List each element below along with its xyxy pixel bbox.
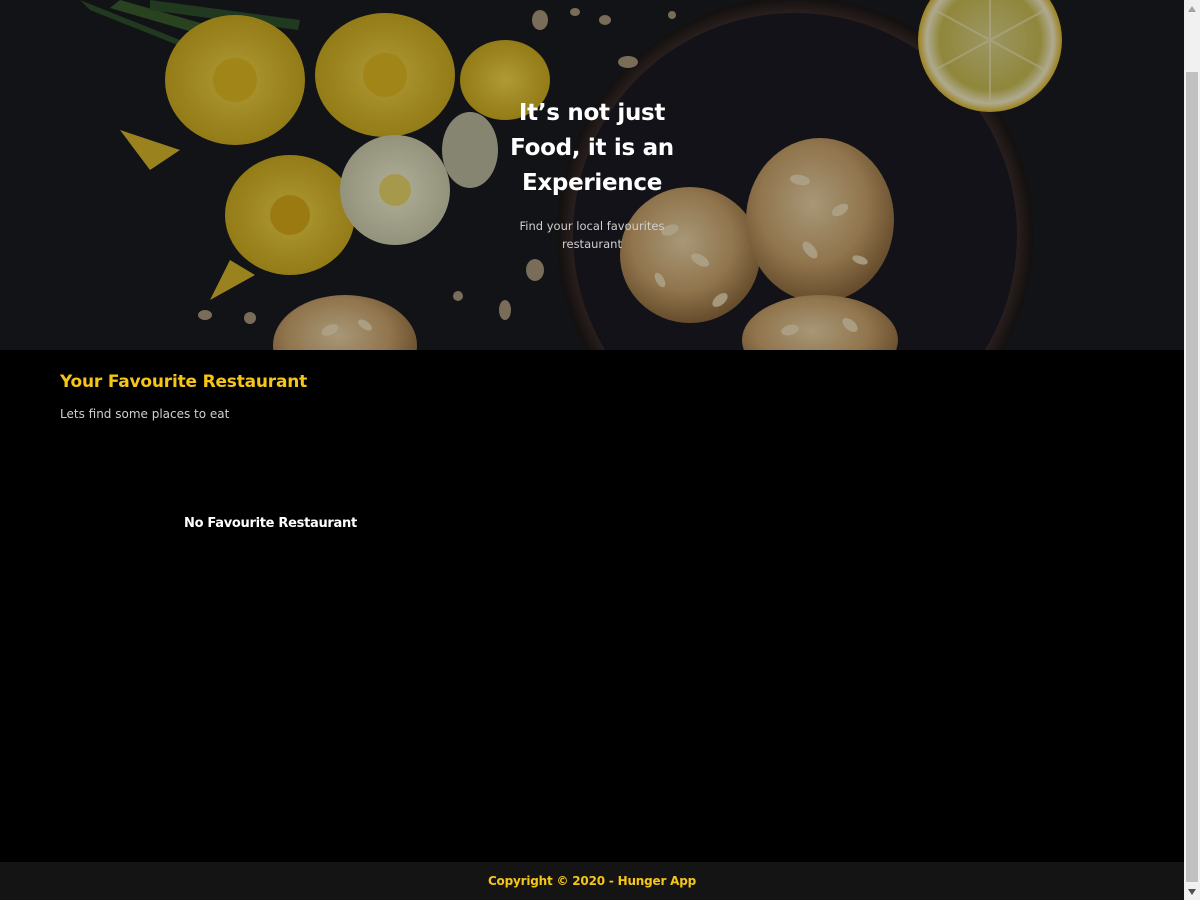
scroll-down-arrow-icon[interactable]	[1184, 883, 1200, 900]
section-subtitle: Lets find some places to eat	[60, 407, 230, 421]
hero-banner: It’s not just Food, it is an Experience …	[0, 0, 1184, 350]
hero-title-line-1: It’s not just	[518, 100, 666, 126]
hero-title: It’s not just Food, it is an Experience	[492, 96, 692, 201]
section-title: Your Favourite Restaurant	[60, 372, 308, 392]
hero-title-line-2: Food, it is an	[510, 135, 674, 161]
favourites-section: Your Favourite Restaurant Lets find some…	[0, 350, 1184, 862]
empty-favourites-message: No Favourite Restaurant	[184, 516, 357, 531]
footer-copyright: Copyright © 2020 - Hunger App	[487, 874, 697, 888]
hero-content: It’s not just Food, it is an Experience …	[492, 96, 692, 253]
hero-subtitle: Find your local favourites restaurant	[519, 219, 665, 251]
footer: Copyright © 2020 - Hunger App	[0, 862, 1184, 900]
scrollbar-thumb[interactable]	[1186, 72, 1198, 882]
vertical-scrollbar[interactable]	[1184, 0, 1200, 900]
hero-title-line-3: Experience	[521, 170, 663, 196]
page: It’s not just Food, it is an Experience …	[0, 0, 1184, 900]
scroll-up-arrow-icon[interactable]	[1184, 0, 1200, 17]
